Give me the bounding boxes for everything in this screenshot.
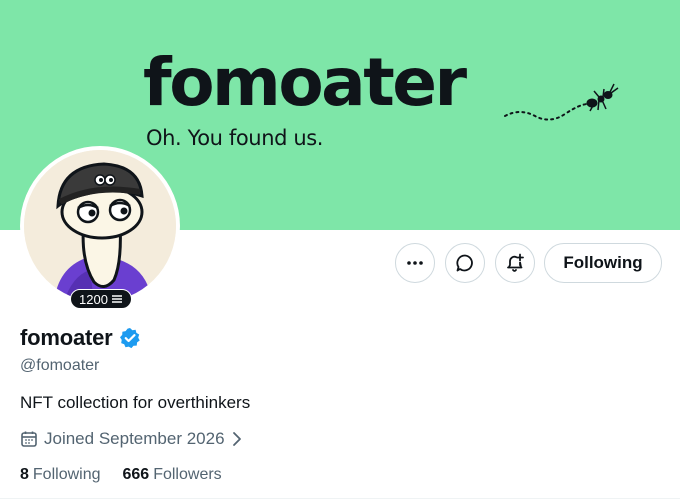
banner-tagline: Oh. You found us. — [146, 126, 324, 150]
following-button[interactable]: Following — [544, 243, 662, 283]
message-bubble-icon — [456, 254, 473, 272]
banner-title: fomoater — [143, 44, 467, 121]
avatar — [24, 150, 176, 302]
followers-link[interactable]: 666 Followers — [123, 466, 222, 484]
following-label: Following — [32, 466, 101, 483]
stack-icon — [111, 295, 122, 303]
following-link[interactable]: 8 Following — [20, 466, 101, 484]
profile-bio: NFT collection for overthinkers — [20, 393, 251, 412]
bell-plus-icon — [507, 253, 524, 272]
calendar-icon — [21, 431, 37, 447]
name-row: fomoater — [20, 325, 141, 351]
avatar-badge-value: 1200 — [79, 291, 108, 307]
followers-label: Followers — [153, 466, 222, 483]
verified-badge-icon[interactable] — [119, 327, 141, 349]
followers-count: 666 — [122, 466, 150, 483]
chevron-right-icon — [232, 432, 241, 446]
avatar-badge: 1200 — [70, 289, 132, 309]
avatar-image — [24, 150, 176, 302]
more-button[interactable] — [395, 243, 435, 283]
notify-button[interactable] — [495, 243, 535, 283]
display-name: fomoater — [20, 325, 113, 350]
message-button[interactable] — [445, 243, 485, 283]
following-count: 8 — [20, 466, 29, 483]
profile-avatar[interactable] — [20, 146, 180, 306]
divider — [0, 498, 680, 499]
joined-date[interactable]: Joined September 2026 — [20, 429, 243, 449]
joined-label: Joined September 2026 — [44, 429, 225, 448]
user-handle: @fomoater — [20, 357, 100, 374]
ant-icon — [504, 83, 619, 121]
follow-stats: 8 Following 666 Followers — [20, 466, 222, 484]
more-dots-icon — [407, 261, 423, 265]
